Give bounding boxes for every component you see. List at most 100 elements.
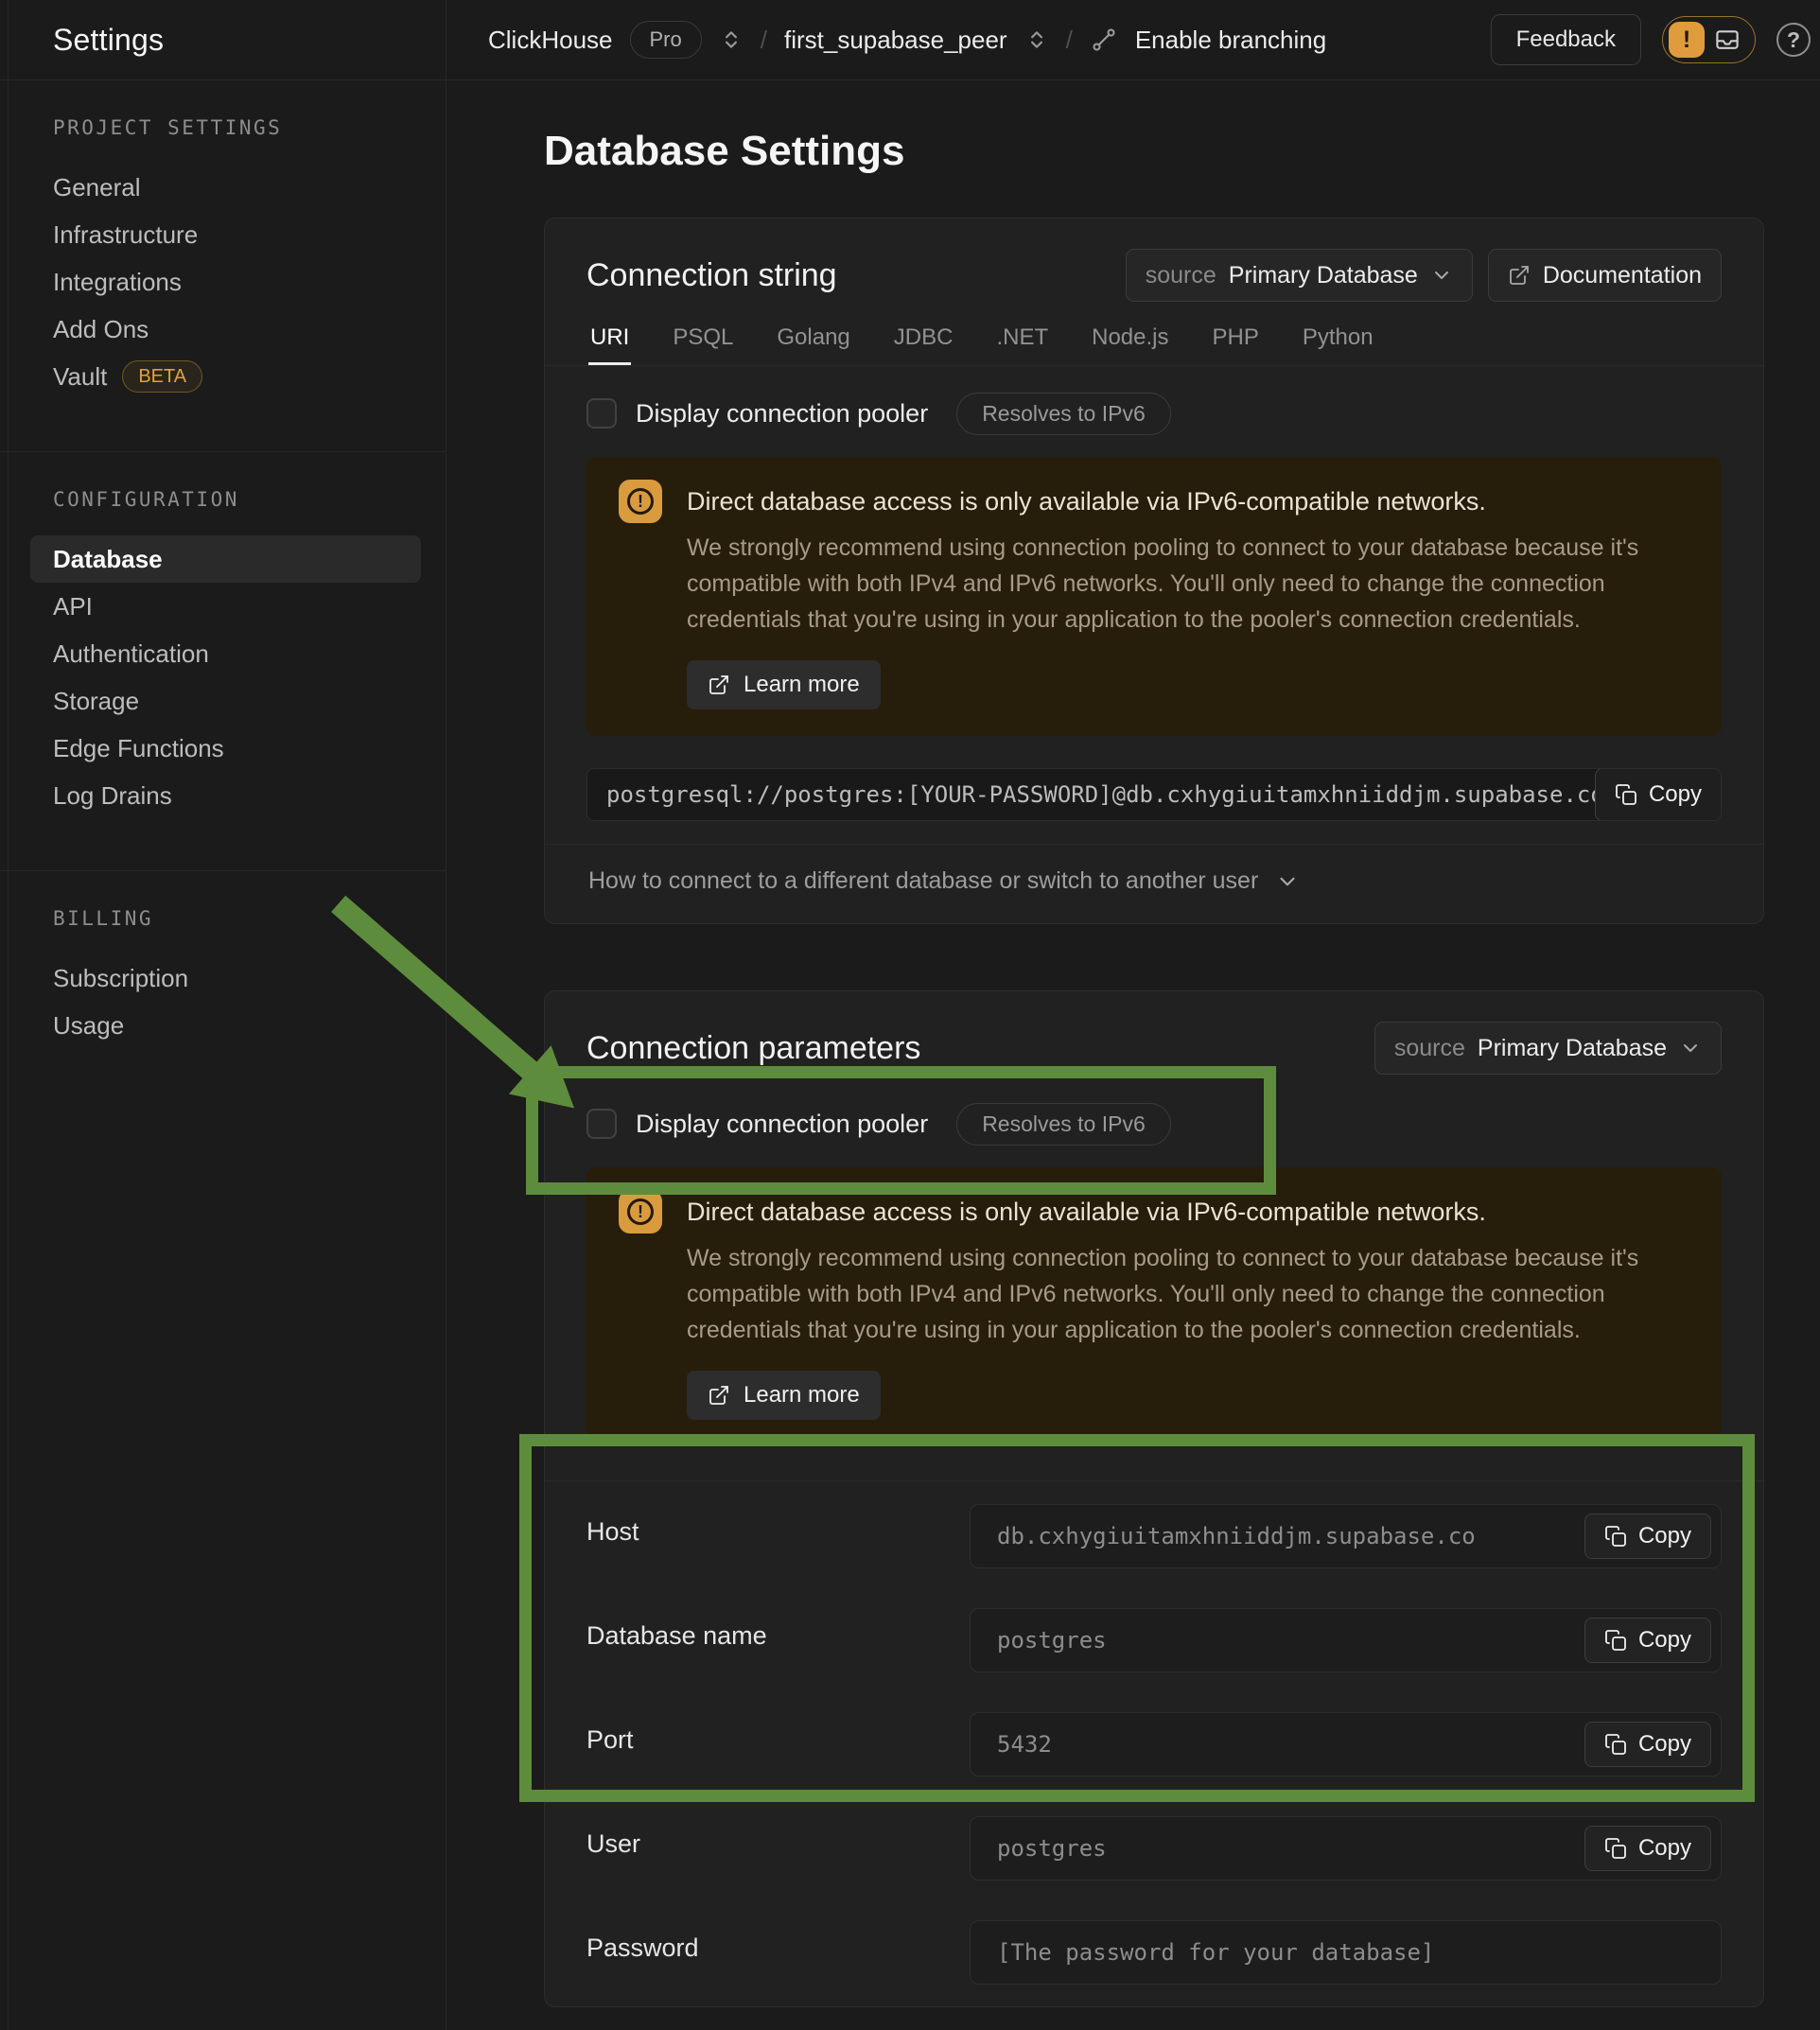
parameter-row: User postgres Copy — [586, 1816, 1722, 1881]
connection-string-tab[interactable]: PHP — [1210, 326, 1260, 365]
source-select-value: Primary Database — [1478, 1035, 1667, 1062]
sidebar-item[interactable]: API — [30, 583, 421, 630]
parameter-row: Port 5432 Copy — [586, 1712, 1722, 1776]
copy-icon — [1604, 1525, 1627, 1548]
sidebar-item[interactable]: Infrastructure — [30, 211, 421, 258]
copy-button[interactable]: Copy — [1584, 1514, 1711, 1559]
sidebar-item[interactable]: Vault BETA — [30, 353, 421, 400]
card-title: Connection parameters — [586, 1030, 920, 1067]
resolves-to-ipv6-badge: Resolves to IPv6 — [956, 393, 1171, 435]
copy-button[interactable]: Copy — [1595, 768, 1722, 821]
card-body: Display connection pooler Resolves to IP… — [545, 1075, 1763, 1985]
sidebar-item-label: Subscription — [53, 954, 188, 1002]
ipv6-warning: ! Direct database access is only availab… — [586, 1167, 1722, 1446]
parameter-value-field[interactable]: postgres Copy — [970, 1816, 1722, 1881]
sidebar-item-label: Infrastructure — [53, 211, 198, 258]
sidebar-item[interactable]: Integrations — [30, 258, 421, 306]
sidebar-section-configuration: CONFIGURATION Database API Authenticatio… — [0, 452, 446, 871]
topbar-actions: Feedback ! ? — [1491, 14, 1799, 65]
sidebar-item[interactable]: Database — [30, 535, 421, 583]
sidebar-item[interactable]: Add Ons — [30, 306, 421, 353]
connection-string-tab[interactable]: Golang — [775, 326, 851, 365]
connection-string-tab[interactable]: Node.js — [1090, 326, 1170, 365]
sidebar-section-title: CONFIGURATION — [53, 488, 427, 511]
chevron-updown-icon[interactable] — [719, 27, 744, 52]
notifications-button[interactable]: ! — [1662, 16, 1756, 63]
pooler-row: Display connection pooler Resolves to IP… — [586, 394, 1722, 432]
enable-branching-button[interactable]: Enable branching — [1135, 26, 1326, 55]
breadcrumb-org[interactable]: ClickHouse — [488, 26, 613, 55]
sidebar-item-label: Add Ons — [53, 306, 149, 353]
sidebar-item[interactable]: Log Drains — [30, 772, 421, 819]
parameter-row: Database name postgres Copy — [586, 1608, 1722, 1672]
pooler-row: Display connection pooler Resolves to IP… — [586, 1105, 1722, 1143]
parameter-value-field[interactable]: db.cxhygiuitamxhniiddjm.supabase.co Copy — [970, 1504, 1722, 1568]
parameter-value: postgres — [971, 1627, 1133, 1654]
app-title: Settings — [53, 23, 164, 58]
external-link-icon — [708, 1384, 730, 1407]
sidebar-item[interactable]: Authentication — [30, 630, 421, 677]
pooler-label: Display connection pooler — [636, 399, 928, 429]
connect-help-expander[interactable]: How to connect to a different database o… — [545, 844, 1763, 923]
alert-badge-icon: ! — [1669, 22, 1705, 58]
connection-string-tab[interactable]: Python — [1301, 326, 1375, 365]
warning-body: We strongly recommend using connection p… — [687, 1240, 1671, 1348]
breadcrumb-separator: / — [1066, 26, 1073, 55]
copy-label: Copy — [1649, 781, 1702, 808]
sidebar-section-project-settings: PROJECT SETTINGS General Infrastructure … — [0, 80, 446, 452]
feedback-button[interactable]: Feedback — [1491, 14, 1641, 65]
parameter-row: Host db.cxhygiuitamxhniiddjm.supabase.co… — [586, 1504, 1722, 1568]
sidebar-item[interactable]: General — [30, 164, 421, 211]
source-select[interactable]: source Primary Database — [1374, 1022, 1722, 1075]
source-select-label: source — [1146, 262, 1216, 289]
parameter-value-field[interactable]: [The password for your database] — [970, 1920, 1722, 1985]
breadcrumb-separator: / — [761, 26, 767, 55]
connection-string-tab[interactable]: JDBC — [892, 326, 955, 365]
display-connection-pooler-checkbox[interactable] — [586, 1109, 617, 1139]
copy-icon — [1615, 783, 1637, 806]
sidebar-item-label: Usage — [53, 1002, 124, 1049]
parameter-label: User — [586, 1816, 970, 1859]
sidebar-item-label: Authentication — [53, 630, 209, 677]
learn-more-button[interactable]: Learn more — [687, 1371, 881, 1420]
parameter-value-field[interactable]: 5432 Copy — [970, 1712, 1722, 1776]
section-divider — [545, 1480, 1763, 1481]
breadcrumb-project[interactable]: first_supabase_peer — [784, 26, 1007, 55]
sidebar-item-label: Edge Functions — [53, 725, 224, 772]
copy-button[interactable]: Copy — [1584, 1826, 1711, 1871]
connection-string-tab[interactable]: .NET — [994, 326, 1050, 365]
copy-button[interactable]: Copy — [1584, 1722, 1711, 1767]
sidebar-item[interactable]: Edge Functions — [30, 725, 421, 772]
chevron-updown-icon[interactable] — [1024, 27, 1049, 52]
sidebar-item[interactable]: Subscription — [30, 954, 421, 1002]
topbar: Settings ClickHouse Pro / first_supabase… — [0, 0, 1820, 80]
copy-button[interactable]: Copy — [1584, 1618, 1711, 1663]
parameter-label: Password — [586, 1920, 970, 1963]
sidebar-item-label: Vault — [53, 353, 107, 400]
parameter-value-field[interactable]: postgres Copy — [970, 1608, 1722, 1672]
parameter-label: Database name — [586, 1608, 970, 1651]
source-select-value: Primary Database — [1229, 262, 1418, 289]
connection-parameters-card: Connection parameters source Primary Dat… — [544, 990, 1764, 2007]
learn-more-button[interactable]: Learn more — [687, 660, 881, 709]
sidebar-item-label: General — [53, 164, 141, 211]
connection-string-tab[interactable]: URI — [588, 326, 631, 365]
card-header: Connection parameters source Primary Dat… — [545, 991, 1763, 1075]
card-header-actions: source Primary Database — [1374, 1022, 1722, 1075]
topbar-main: ClickHouse Pro / first_supabase_peer / E… — [446, 0, 1820, 79]
learn-more-label: Learn more — [744, 1382, 860, 1409]
main-content: Database Settings Connection string sour… — [446, 80, 1820, 2030]
sidebar-item[interactable]: Storage — [30, 677, 421, 725]
help-button[interactable]: ? — [1776, 23, 1811, 57]
ipv6-warning: ! Direct database access is only availab… — [586, 457, 1722, 736]
copy-icon — [1604, 1837, 1627, 1860]
sidebar-item[interactable]: Usage — [30, 1002, 421, 1049]
connection-uri-value: postgresql://postgres:[YOUR-PASSWORD]@db… — [587, 781, 1719, 808]
window-edge — [8, 0, 9, 2030]
documentation-button[interactable]: Documentation — [1488, 249, 1722, 302]
display-connection-pooler-checkbox[interactable] — [586, 398, 617, 429]
source-select[interactable]: source Primary Database — [1126, 249, 1473, 302]
copy-icon — [1604, 1629, 1627, 1652]
warning-body: We strongly recommend using connection p… — [687, 530, 1671, 638]
connection-string-tab[interactable]: PSQL — [671, 326, 735, 365]
